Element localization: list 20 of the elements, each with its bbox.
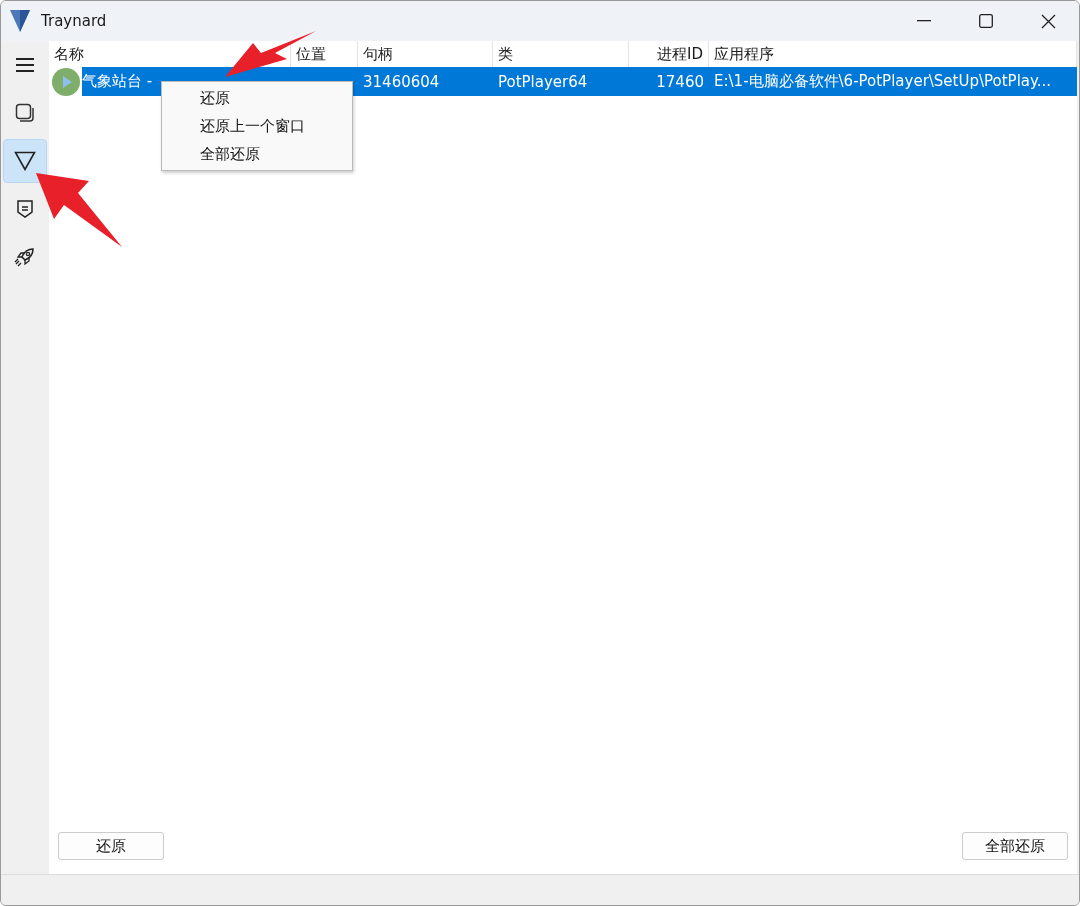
play-icon — [52, 67, 80, 96]
sidebar-button[interactable] — [3, 139, 47, 183]
close-icon — [1040, 13, 1056, 29]
app-logo-icon — [9, 9, 31, 33]
table-cell: E:\1-电脑必备软件\6-PotPlayer\SetUp\PotPlay... — [709, 67, 1077, 96]
menu-item[interactable]: 还原上一个窗口 — [162, 112, 352, 140]
restore-button[interactable]: 还原 — [58, 832, 164, 860]
table-cell: 17460 — [629, 67, 709, 96]
windows-icon — [15, 103, 35, 123]
restore-all-button[interactable]: 全部还原 — [962, 832, 1068, 860]
menu-icon — [15, 57, 35, 73]
triangle-icon — [14, 151, 36, 171]
menu-item[interactable]: 全部还原 — [162, 140, 352, 168]
table-cell: PotPlayer64 — [493, 67, 629, 96]
window-title: Traynard — [41, 12, 108, 30]
rocket-icon — [13, 245, 37, 269]
maximize-icon — [979, 14, 993, 28]
minimize-icon — [917, 20, 931, 22]
shield-icon — [16, 199, 34, 219]
table-cell: 31460604 — [358, 67, 493, 96]
